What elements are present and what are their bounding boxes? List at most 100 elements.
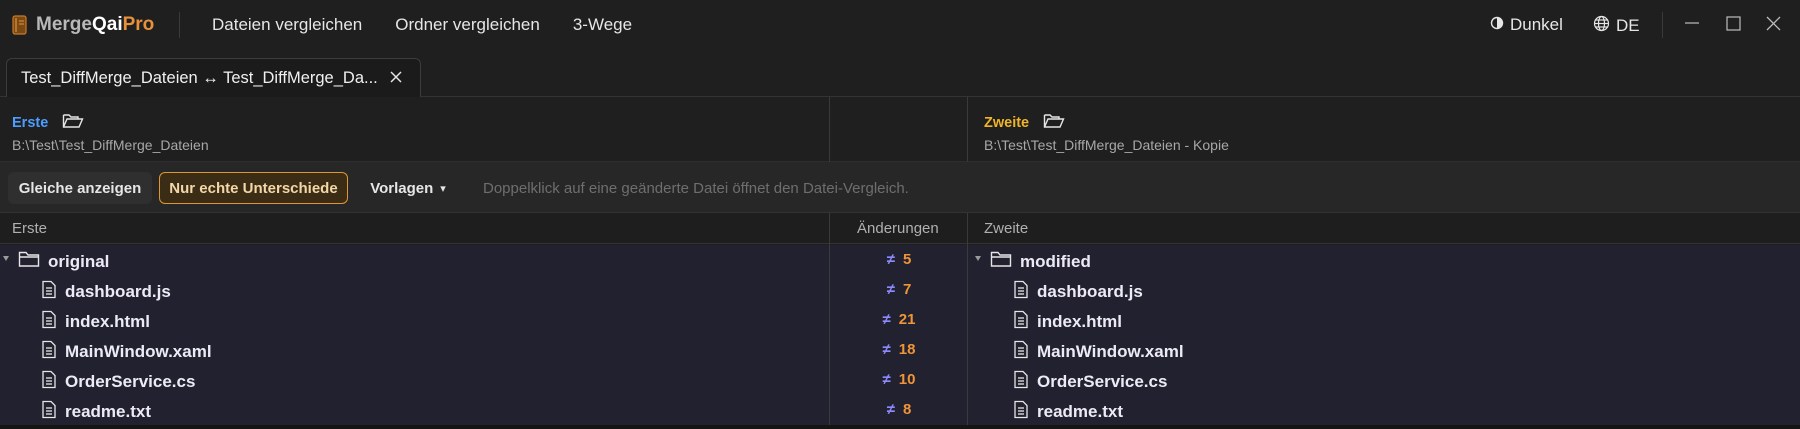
right-file: MainWindow.xaml [1013, 340, 1184, 364]
right-file-name: MainWindow.xaml [1037, 342, 1184, 361]
column-divider [829, 213, 830, 245]
not-equal-icon: ≠ [886, 401, 895, 418]
not-equal-icon: ≠ [886, 251, 895, 268]
left-file: MainWindow.xaml [41, 340, 212, 364]
main-menu: Dateien vergleichen Ordner vergleichen 3… [212, 15, 632, 35]
change-count: ≠ 7 [886, 281, 912, 298]
left-file: OrderService.cs [41, 370, 195, 394]
left-pane-label: Erste [12, 114, 49, 131]
templates-dropdown[interactable]: Vorlagen ▾ [363, 172, 453, 204]
change-count: ≠ 5 [886, 251, 912, 268]
menu-item-three-way[interactable]: 3-Wege [573, 15, 632, 35]
right-folder-name: modified [1020, 251, 1091, 271]
right-file: dashboard.js [1013, 280, 1143, 304]
tab-strip: Test_DiffMerge_Dateien ↔ Test_DiffMerge_… [0, 50, 1800, 98]
right-pane-title: Zweite [984, 112, 1065, 133]
folder-icon [18, 250, 40, 273]
theme-toggle[interactable]: Dunkel [1490, 15, 1563, 35]
half-circle-icon [1490, 15, 1504, 35]
folder-open-icon[interactable] [1043, 112, 1065, 133]
expand-caret-icon[interactable] [975, 256, 981, 261]
file-icon [41, 340, 57, 364]
chevron-down-icon: ▾ [440, 182, 446, 195]
right-file: OrderService.cs [1013, 370, 1167, 394]
table-row[interactable]: OrderService.cs ≠ 10 OrderService.cs [0, 365, 1800, 395]
left-file-name: OrderService.cs [65, 372, 196, 391]
left-file: readme.txt [41, 400, 151, 424]
left-file-name: MainWindow.xaml [65, 342, 212, 361]
pane-divider [829, 97, 830, 162]
only-real-diffs-button[interactable]: Nur echte Unterschiede [159, 172, 348, 204]
menu-item-compare-folders[interactable]: Ordner vergleichen [395, 15, 540, 35]
left-file-name: index.html [65, 312, 151, 331]
file-icon [41, 280, 57, 304]
left-file: dashboard.js [41, 280, 171, 304]
right-folder: modified [990, 250, 1091, 273]
right-pane-header: Zweite B:\Test\Test_DiffMerge_Dateien - … [968, 97, 1800, 162]
left-file: index.html [41, 310, 150, 334]
folder-open-icon[interactable] [62, 112, 84, 133]
table-row[interactable]: dashboard.js ≠ 7 dashboard.js [0, 275, 1800, 305]
minimize-icon[interactable] [1681, 14, 1703, 36]
file-icon [1013, 370, 1029, 394]
left-folder-name: original [48, 251, 110, 271]
close-icon[interactable] [1763, 14, 1785, 36]
file-icon [1013, 400, 1029, 424]
column-divider [967, 213, 968, 245]
close-icon[interactable] [388, 69, 404, 85]
globe-icon [1593, 15, 1610, 37]
app-logo: MergeQaiPro [12, 14, 154, 36]
tab-comparison[interactable]: Test_DiffMerge_Dateien ↔ Test_DiffMerge_… [6, 58, 421, 98]
change-count: ≠ 18 [882, 341, 916, 358]
templates-label: Vorlagen [370, 179, 434, 197]
right-file: index.html [1013, 310, 1122, 334]
tree-row-root[interactable]: original ≠ 5 modified [0, 245, 1800, 275]
column-right: Zweite [984, 220, 1029, 237]
hint-text: Doppelklick auf eine geänderte Datei öff… [483, 180, 909, 197]
bottom-edge [0, 425, 1800, 429]
menu-item-compare-files[interactable]: Dateien vergleichen [212, 15, 362, 35]
right-file-name: dashboard.js [1037, 282, 1143, 301]
maximize-icon[interactable] [1722, 14, 1744, 36]
column-left: Erste [12, 220, 48, 237]
language-selector[interactable]: DE [1593, 15, 1640, 37]
pane-headers: Erste B:\Test\Test_DiffMerge_Dateien Zwe… [0, 97, 1800, 162]
table-row[interactable]: MainWindow.xaml ≠ 18 MainWindow.xaml [0, 335, 1800, 365]
left-pane-title: Erste [12, 112, 84, 133]
right-pane-label: Zweite [984, 114, 1030, 131]
column-changes: Änderungen [857, 220, 939, 237]
language-label: DE [1616, 16, 1640, 35]
file-icon [1013, 340, 1029, 364]
left-pane-header: Erste B:\Test\Test_DiffMerge_Dateien [0, 97, 830, 162]
not-equal-icon: ≠ [882, 311, 891, 328]
title-divider [179, 12, 180, 38]
file-icon [41, 310, 57, 334]
show-equal-button[interactable]: Gleiche anzeigen [8, 172, 152, 204]
left-folder: original [18, 250, 109, 273]
right-file: readme.txt [1013, 400, 1123, 424]
expand-caret-icon[interactable] [3, 256, 9, 261]
tab-label: Test_DiffMerge_Dateien ↔ Test_DiffMerge_… [21, 69, 378, 87]
comparison-tree: original ≠ 5 modified dashboard.js ≠ 7 das… [0, 245, 1800, 425]
not-equal-icon: ≠ [886, 281, 895, 298]
book-icon [12, 15, 28, 35]
title-divider-right [1662, 12, 1663, 38]
not-equal-icon: ≠ [882, 341, 891, 358]
title-bar: MergeQaiPro Dateien vergleichen Ordner v… [0, 0, 1800, 50]
filter-toolbar: Gleiche anzeigen Nur echte Unterschiede … [0, 162, 1800, 212]
change-count: ≠ 10 [882, 371, 916, 388]
table-row[interactable]: index.html ≠ 21 index.html [0, 305, 1800, 335]
left-file-name: dashboard.js [65, 282, 171, 301]
left-pane-path: B:\Test\Test_DiffMerge_Dateien [12, 137, 209, 153]
change-count: ≠ 8 [886, 401, 912, 418]
file-icon [1013, 310, 1029, 334]
left-file-name: readme.txt [65, 402, 151, 421]
theme-label: Dunkel [1510, 15, 1563, 34]
app-name: MergeQaiPro [36, 14, 155, 35]
table-row[interactable]: readme.txt ≠ 8 readme.txt [0, 395, 1800, 425]
change-count: ≠ 21 [882, 311, 916, 328]
right-pane-path: B:\Test\Test_DiffMerge_Dateien - Kopie [984, 137, 1229, 153]
right-file-name: readme.txt [1037, 402, 1123, 421]
file-icon [41, 370, 57, 394]
file-icon [41, 400, 57, 424]
